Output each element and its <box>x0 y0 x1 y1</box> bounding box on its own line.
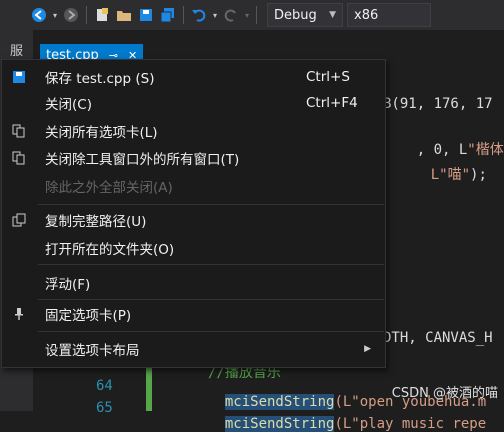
toolbar-separator <box>183 6 184 24</box>
toolbar-separator <box>86 6 87 24</box>
menu-item-close-all-but-this: 除此之外全部关闭(A) <box>2 173 385 199</box>
menu-item-shortcut: Ctrl+S <box>306 69 350 85</box>
menu-separator <box>38 204 384 205</box>
menu-item-close-all-but-tool-windows[interactable]: 关闭除工具窗口外的所有窗口(T) <box>2 145 385 171</box>
menu-item-shortcut: Ctrl+F4 <box>306 95 358 111</box>
menu-item-copy-full-path[interactable]: 复制完整路径(U) <box>2 207 385 233</box>
menu-item-tab-layout[interactable]: 设置选项卡布局 ▶ <box>2 336 385 362</box>
pin-icon <box>10 305 28 323</box>
toolbar: ▾ ▾ ▾ Debug ▼ x86 <box>0 0 504 30</box>
dropdown-arrow-icon[interactable]: ▾ <box>50 4 60 26</box>
menu-item-label: 保存 test.cpp (S) <box>45 71 155 87</box>
menu-item-close-all-tabs[interactable]: 关闭所有选项卡(L) <box>2 118 385 144</box>
close-windows-icon <box>10 149 28 167</box>
menu-separator <box>38 331 384 332</box>
menu-item-open-containing-folder[interactable]: 打开所在的文件夹(O) <box>2 235 385 261</box>
dropdown-arrow-icon[interactable]: ▾ <box>242 4 252 26</box>
menu-item-label: 固定选项卡(P) <box>45 308 132 324</box>
menu-item-label: 除此之外全部关闭(A) <box>45 180 173 196</box>
menu-item-label: 复制完整路径(U) <box>45 214 147 230</box>
toolbar-separator <box>256 6 257 24</box>
config-value: Debug <box>274 7 317 23</box>
save-all-icon[interactable] <box>157 4 179 26</box>
undo-icon[interactable] <box>188 4 210 26</box>
menu-item-label: 打开所在的文件夹(O) <box>45 242 175 258</box>
menu-item-label: 设置选项卡布局 <box>45 343 140 359</box>
platform-dropdown[interactable]: x86 <box>347 3 431 27</box>
save-icon[interactable] <box>135 4 157 26</box>
menu-item-label: 关闭除工具窗口外的所有窗口(T) <box>45 152 240 168</box>
new-project-icon[interactable] <box>91 4 113 26</box>
menu-item-float[interactable]: 浮动(F) <box>2 270 385 296</box>
solution-config-dropdown[interactable]: Debug ▼ <box>267 3 343 27</box>
tab-context-menu: 保存 test.cpp (S) Ctrl+S 关闭(C) Ctrl+F4 关闭所… <box>1 59 386 368</box>
save-icon <box>10 68 28 86</box>
menu-item-close[interactable]: 关闭(C) Ctrl+F4 <box>2 90 385 116</box>
menu-separator <box>38 264 384 265</box>
menu-item-save[interactable]: 保存 test.cpp (S) Ctrl+S <box>2 64 385 90</box>
code-fragment: L"喵"); <box>430 167 487 183</box>
line-number: 65 <box>96 400 113 416</box>
menu-item-label: 关闭所有选项卡(L) <box>45 125 158 141</box>
back-icon[interactable] <box>28 4 50 26</box>
forward-icon[interactable] <box>60 4 82 26</box>
menu-item-label: 浮动(F) <box>45 277 91 293</box>
chevron-down-icon: ▼ <box>329 10 336 20</box>
close-all-icon <box>10 122 28 140</box>
open-folder-icon[interactable] <box>113 4 135 26</box>
menu-item-label: 关闭(C) <box>45 97 92 113</box>
strip-label: 服 <box>10 44 24 59</box>
copy-icon <box>10 211 28 229</box>
line-number: 64 <box>96 378 113 394</box>
code-fragment: DTH, CANVAS_H <box>383 330 493 346</box>
redo-icon[interactable] <box>220 4 242 26</box>
submenu-arrow-icon: ▶ <box>364 344 371 354</box>
code-fragment: B(91, 176, 17 <box>383 96 493 112</box>
menu-separator <box>38 299 384 300</box>
dropdown-arrow-icon[interactable]: ▾ <box>210 4 220 26</box>
watermark: CSDN @被酒的喵 <box>391 386 498 401</box>
platform-value: x86 <box>354 7 379 23</box>
code-line-65: mciSendString(L"play music repe <box>224 416 487 432</box>
menu-item-pin-tab[interactable]: 固定选项卡(P) <box>2 301 385 327</box>
